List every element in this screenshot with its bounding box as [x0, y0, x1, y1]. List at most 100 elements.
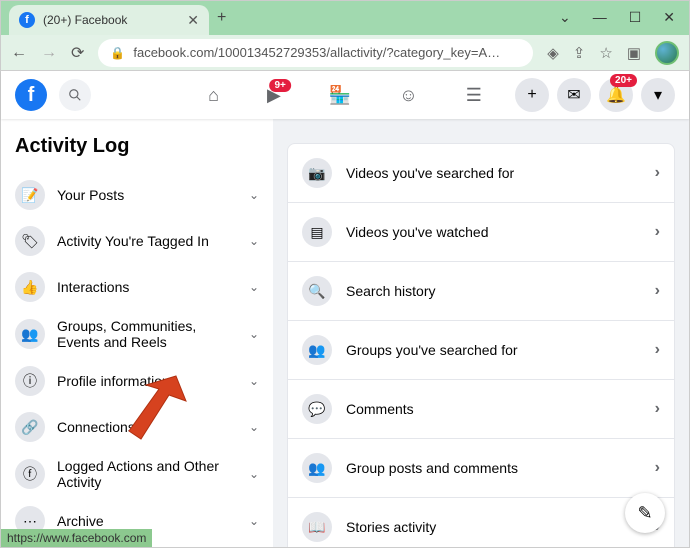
- chevron-down-icon: ⌄: [249, 374, 259, 388]
- new-tab-button[interactable]: +: [217, 9, 226, 27]
- sidebar: Activity Log 📝 Your Posts ⌄🏷 Activity Yo…: [1, 119, 273, 547]
- chevron-right-icon: ›: [655, 459, 660, 477]
- url-text: facebook.com/100013452729353/allactivity…: [133, 45, 521, 60]
- row-icon: 📖: [302, 512, 332, 542]
- notif-badge: 20+: [610, 74, 637, 87]
- sidebar-item-4[interactable]: ⓘ Profile information ⌄: [9, 358, 265, 404]
- row-icon: 🔍: [302, 276, 332, 306]
- activity-card: 📷 Videos you've searched for ›▤ Videos y…: [287, 143, 675, 547]
- account-button[interactable]: ▾: [641, 78, 675, 112]
- install-icon[interactable]: ◈: [547, 44, 559, 62]
- close-tab-icon[interactable]: ✕: [187, 12, 199, 29]
- activity-row-2[interactable]: 🔍 Search history ›: [288, 262, 674, 321]
- sidebar-item-label: Profile information: [57, 373, 237, 389]
- watch-icon[interactable]: ▶9+: [267, 85, 281, 106]
- search-icon: [68, 88, 82, 102]
- extensions-icon[interactable]: ▣: [627, 44, 641, 62]
- maximize-icon[interactable]: ☐: [629, 9, 642, 26]
- notifications-button[interactable]: 🔔20+: [599, 78, 633, 112]
- sidebar-item-1[interactable]: 🏷 Activity You're Tagged In ⌄: [9, 218, 265, 264]
- chevron-down-icon: ⌄: [249, 234, 259, 248]
- chevron-down-icon: ⌄: [249, 327, 259, 341]
- minimize-icon[interactable]: —: [593, 9, 607, 26]
- sidebar-item-label: Connections: [57, 419, 237, 435]
- chevron-down-icon: ⌄: [249, 280, 259, 294]
- profile-avatar[interactable]: [655, 41, 679, 65]
- url-input[interactable]: 🔒 facebook.com/100013452729353/allactivi…: [98, 39, 533, 67]
- reload-button[interactable]: ⟳: [71, 43, 84, 63]
- window-controls: ⌄ — ☐ ✕: [545, 1, 689, 34]
- row-label: Videos you've searched for: [346, 165, 641, 181]
- row-icon: 👥: [302, 453, 332, 483]
- lock-icon: 🔒: [110, 46, 125, 60]
- sidebar-item-label: Interactions: [57, 279, 237, 295]
- messenger-button[interactable]: ✉: [557, 78, 591, 112]
- row-icon: 📷: [302, 158, 332, 188]
- sidebar-item-icon: 👍: [15, 272, 45, 302]
- create-button[interactable]: +: [515, 78, 549, 112]
- sidebar-item-3[interactable]: 👥 Groups, Communities, Events and Reels …: [9, 310, 265, 358]
- sidebar-item-label: Your Posts: [57, 187, 237, 203]
- row-label: Videos you've watched: [346, 224, 641, 240]
- sidebar-item-label: Logged Actions and Other Activity: [57, 458, 237, 490]
- facebook-header: f ⌂ ▶9+ 🏪 ☺ ☰ + ✉ 🔔20+ ▾: [1, 71, 689, 119]
- row-icon: 💬: [302, 394, 332, 424]
- facebook-logo[interactable]: f: [15, 79, 47, 111]
- groups-icon[interactable]: ☺: [399, 85, 417, 106]
- chevron-right-icon: ›: [655, 341, 660, 359]
- main-panel: 📷 Videos you've searched for ›▤ Videos y…: [273, 119, 689, 547]
- back-button[interactable]: ←: [11, 44, 27, 62]
- window-titlebar: f (20+) Facebook ✕ + ⌄ — ☐ ✕: [1, 1, 689, 35]
- bookmark-icon[interactable]: ☆: [599, 44, 612, 62]
- activity-row-1[interactable]: ▤ Videos you've watched ›: [288, 203, 674, 262]
- search-button[interactable]: [59, 79, 91, 111]
- sidebar-item-icon: ⓘ: [15, 366, 45, 396]
- tab-title: (20+) Facebook: [43, 13, 179, 27]
- sidebar-item-2[interactable]: 👍 Interactions ⌄: [9, 264, 265, 310]
- sidebar-item-label: Groups, Communities, Events and Reels: [57, 318, 237, 350]
- activity-row-4[interactable]: 💬 Comments ›: [288, 380, 674, 439]
- row-icon: 👥: [302, 335, 332, 365]
- sidebar-item-5[interactable]: 🔗 Connections ⌄: [9, 404, 265, 450]
- facebook-favicon: f: [19, 12, 35, 28]
- sidebar-item-icon: 🏷: [15, 226, 45, 256]
- chevron-right-icon: ›: [655, 282, 660, 300]
- home-icon[interactable]: ⌂: [208, 85, 219, 106]
- activity-row-3[interactable]: 👥 Groups you've searched for ›: [288, 321, 674, 380]
- sidebar-item-icon: 🔗: [15, 412, 45, 442]
- row-label: Groups you've searched for: [346, 342, 641, 358]
- chevron-down-icon: ⌄: [249, 514, 259, 528]
- share-icon[interactable]: ⇪: [573, 44, 586, 62]
- sidebar-item-0[interactable]: 📝 Your Posts ⌄: [9, 172, 265, 218]
- row-label: Search history: [346, 283, 641, 299]
- activity-row-5[interactable]: 👥 Group posts and comments ›: [288, 439, 674, 498]
- menu-icon[interactable]: ☰: [466, 85, 482, 106]
- chevron-down-icon: ⌄: [249, 420, 259, 434]
- sidebar-item-icon: ⓕ: [15, 459, 45, 489]
- chevron-right-icon: ›: [655, 400, 660, 418]
- chevron-down-icon[interactable]: ⌄: [559, 9, 571, 26]
- chevron-right-icon: ›: [655, 164, 660, 182]
- row-icon: ▤: [302, 217, 332, 247]
- page-title: Activity Log: [15, 135, 265, 158]
- sidebar-item-icon: 👥: [15, 319, 45, 349]
- edit-fab[interactable]: ✎: [625, 493, 665, 533]
- sidebar-item-label: Activity You're Tagged In: [57, 233, 237, 249]
- sidebar-item-label: Archive: [57, 513, 237, 529]
- content-area: Activity Log 📝 Your Posts ⌄🏷 Activity Yo…: [1, 119, 689, 547]
- row-label: Comments: [346, 401, 641, 417]
- facebook-nav: ⌂ ▶9+ 🏪 ☺ ☰: [208, 85, 482, 106]
- activity-row-6[interactable]: 📖 Stories activity ›: [288, 498, 674, 547]
- header-right: + ✉ 🔔20+ ▾: [515, 78, 675, 112]
- watch-badge: 9+: [269, 79, 290, 92]
- sidebar-item-icon: 📝: [15, 180, 45, 210]
- marketplace-icon[interactable]: 🏪: [329, 85, 351, 106]
- chevron-down-icon: ⌄: [249, 467, 259, 481]
- address-bar: ← → ⟳ 🔒 facebook.com/100013452729353/all…: [1, 35, 689, 71]
- sidebar-item-6[interactable]: ⓕ Logged Actions and Other Activity ⌄: [9, 450, 265, 498]
- forward-button[interactable]: →: [41, 44, 57, 62]
- browser-tab[interactable]: f (20+) Facebook ✕: [9, 5, 209, 35]
- activity-row-0[interactable]: 📷 Videos you've searched for ›: [288, 144, 674, 203]
- close-window-icon[interactable]: ✕: [663, 9, 675, 26]
- status-bar: https://www.facebook.com: [1, 529, 152, 547]
